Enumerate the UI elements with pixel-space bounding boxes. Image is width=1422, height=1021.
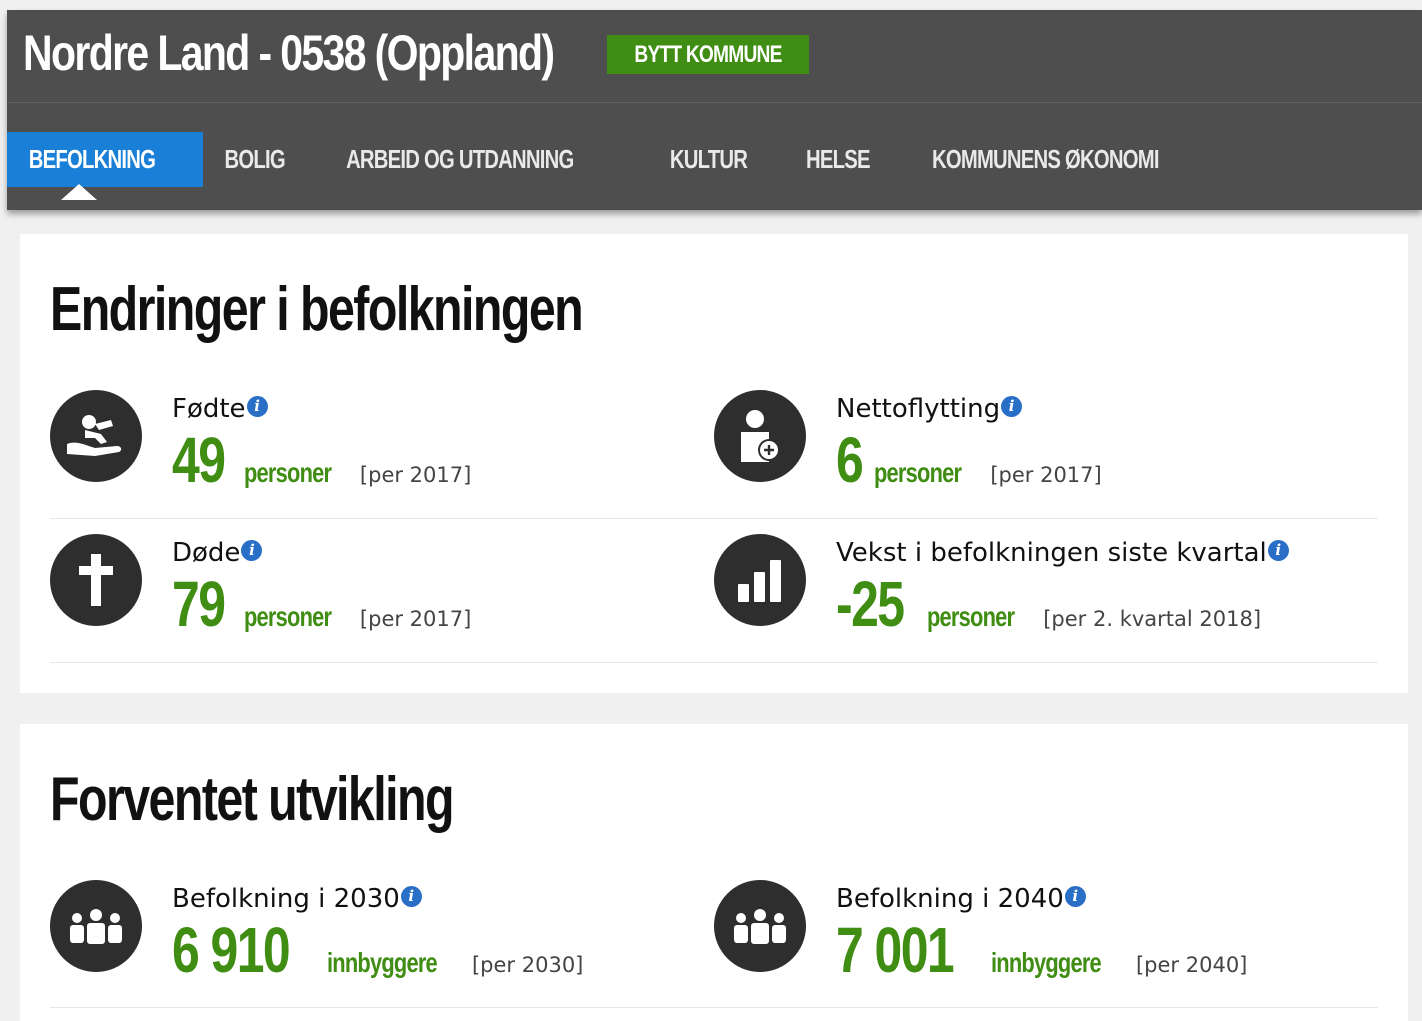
main-nav: BEFOLKNING BOLIG ARBEID OG UTDANNING KUL… [7,132,1233,187]
stat-population-2030: Befolkning i 2030 i 6 910 innbyggere [per… [50,880,680,1000]
stat-label-text: Vekst i befolkningen siste kvartal [836,538,1267,568]
header: Nordre Land - 0538 (Oppland) BYTT KOMMUN… [7,10,1422,210]
stat-label-text: Befolkning i 2030 [172,884,400,914]
person-add-icon [714,390,806,482]
stat-unit: innbyggere [990,947,1102,978]
stat-label-text: Døde [172,538,241,568]
stat-period: [per 2017] [359,607,472,631]
tab-befolkning[interactable]: BEFOLKNING [7,132,203,187]
tab-kultur[interactable]: KULTUR [648,132,785,187]
bar-chart-icon [714,534,806,626]
stat-population-2040: Befolkning i 2040 i 7 001 innbyggere [per… [714,880,1344,1000]
section-title: Endringer i befolkningen [50,275,584,344]
header-divider [7,102,1422,103]
stat-label: Befolkning i 2040 i [836,884,1086,914]
stat-label-text: Befolkning i 2040 [836,884,1064,914]
stat-value-line: 6 personer [per 2017] [836,428,1102,492]
stat-label: Vekst i befolkningen siste kvartal i [836,538,1289,568]
info-icon[interactable]: i [241,540,263,561]
info-icon[interactable]: i [1064,886,1086,907]
tab-label: ARBEID OG UTDANNING [345,144,574,174]
stat-value-line: 49 personer [per 2017] [172,428,471,492]
stat-label: Fødte i [172,394,268,424]
stat-unit: innbyggere [326,947,438,978]
stat-value-line: 7 001 innbyggere [per 2040] [836,918,1247,982]
stat-value-line: 79 personer [per 2017] [172,572,471,636]
stat-unit: personer [926,601,1015,632]
info-icon[interactable]: i [400,886,422,907]
stat-period: [per 2040] [1135,953,1248,977]
forecast-card: Forventet utvikling Befolkning i 2030 i 6… [20,724,1408,1021]
stat-unit: personer [243,601,332,632]
tab-label: HELSE [806,144,870,174]
stat-value-line: -25 personer [per 2. kvartal 2018] [836,572,1261,636]
stat-period: [per 2017] [359,463,472,487]
group-icon [50,880,142,972]
changes-card: Endringer i befolkningen Fødte i 49 perso… [20,234,1408,693]
stat-period: [per 2017] [990,463,1102,487]
row-divider [50,1007,1378,1008]
info-icon[interactable]: i [1267,540,1289,561]
switch-municipality-label: BYTT KOMMUNE [634,41,782,68]
stat-label: Nettoflytting i [836,394,1023,424]
info-icon[interactable]: i [1001,396,1023,417]
stat-value: 6 910 [172,914,291,986]
stat-value: 79 [172,568,226,640]
row-divider [50,518,1378,519]
tab-label: BOLIG [224,144,285,174]
page: Nordre Land - 0538 (Oppland) BYTT KOMMUN… [0,0,1422,1021]
stat-quarterly-growth: Vekst i befolkningen siste kvartal i -25 … [714,534,1344,654]
stat-value: 6 [836,424,864,496]
stat-unit: personer [243,457,332,488]
stat-label-text: Nettoflytting [836,394,1001,424]
group-icon [714,880,806,972]
tab-arbeid-og-utdanning[interactable]: ARBEID OG UTDANNING [318,132,648,187]
stat-value-line: 6 910 innbyggere [per 2030] [172,918,583,982]
row-divider [50,662,1378,663]
stat-value: 7 001 [836,914,955,986]
tab-bolig[interactable]: BOLIG [203,132,318,187]
stat-net-migration: Nettoflytting i 6 personer [per 2017] [714,390,1344,510]
stat-births: Fødte i 49 personer [per 2017] [50,390,680,510]
stat-unit: personer [874,457,962,488]
section-title: Forventet utvikling [50,765,455,834]
baby-in-hand-icon [50,390,142,482]
tab-label: KOMMUNENS ØKONOMI [932,144,1160,174]
tab-helse[interactable]: HELSE [785,132,905,187]
stat-period: [per 2030] [471,953,584,977]
stat-label-text: Fødte [172,394,246,424]
tab-label: BEFOLKNING [28,144,156,174]
info-icon[interactable]: i [246,396,268,417]
stat-deaths: Døde i 79 personer [per 2017] [50,534,680,654]
cross-icon [50,534,142,626]
tab-kommunens-okonomi[interactable]: KOMMUNENS ØKONOMI [904,132,1233,187]
stat-period: [per 2. kvartal 2018] [1043,607,1262,631]
stat-value: 49 [172,424,226,496]
title-row: Nordre Land - 0538 (Oppland) BYTT KOMMUN… [7,10,1422,102]
tab-label: KULTUR [669,144,748,174]
stat-value: -25 [836,568,905,640]
stat-label: Befolkning i 2030 i [172,884,422,914]
active-tab-caret [61,184,97,200]
stat-label: Døde i [172,538,263,568]
switch-municipality-button[interactable]: BYTT KOMMUNE [607,35,809,74]
municipality-title: Nordre Land - 0538 (Oppland) [23,25,555,81]
